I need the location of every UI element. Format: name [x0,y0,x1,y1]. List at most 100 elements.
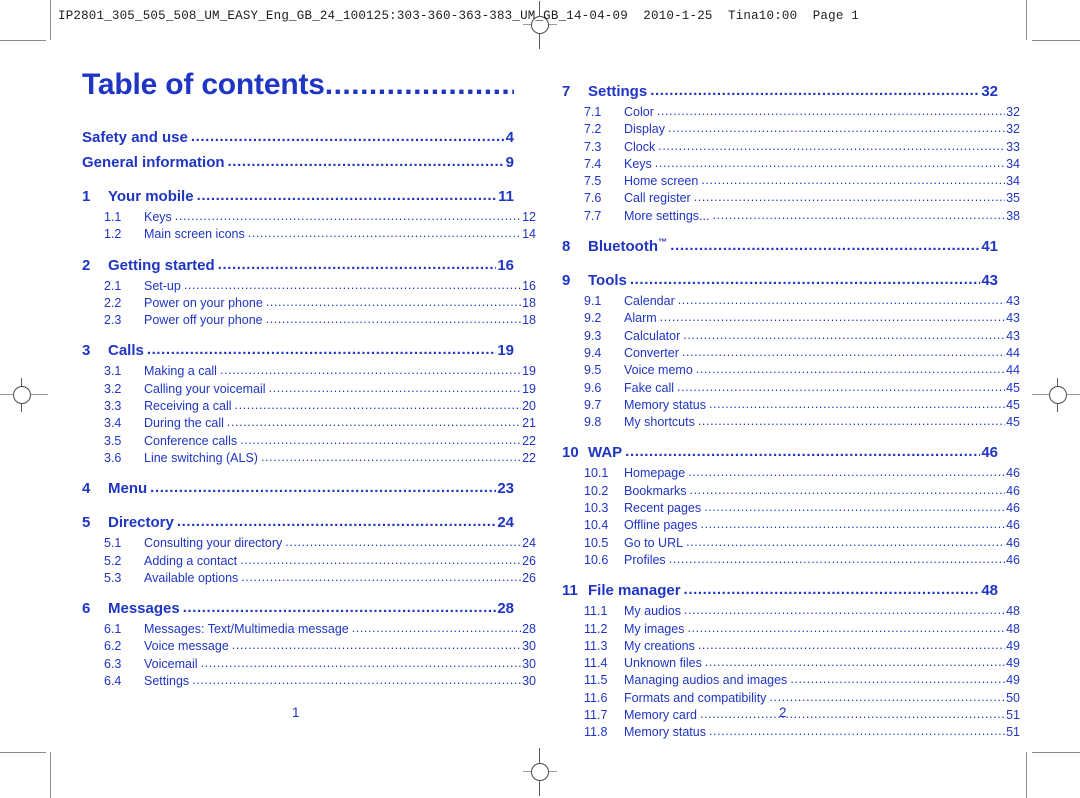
toc-leader-dots: ........................................… [227,152,505,170]
toc-entry[interactable]: 8 Bluetooth™.............................… [562,234,998,259]
toc-entry[interactable]: 5.2 Adding a contact.....................… [82,553,536,570]
toc-entry[interactable]: 7.5 Home screen..........................… [562,173,1020,190]
toc-leader-dots: ........................................… [708,396,1006,411]
toc-entry-label: Receiving a call [144,399,232,414]
toc-entry-number: 11.7 [584,708,608,723]
toc-entry[interactable]: 7 Settings...............................… [562,79,998,104]
toc-entry-label: Memory status [624,397,706,412]
trademark-icon: ™ [657,237,668,248]
toc-entry-number: 9.2 [584,311,602,326]
toc-entry-label: Consulting your directory [144,536,283,551]
toc-entry-number: 3.6 [104,450,122,465]
toc-entry[interactable]: 3.1 Making a call........................… [82,363,536,380]
toc-entry[interactable]: 11.4 Unknown files.......................… [562,655,1020,672]
page-title-dots: ........................ [324,70,514,100]
toc-entry-label: WAP [588,444,623,462]
toc-entry[interactable]: 3.6 Line switching (ALS).................… [82,450,536,467]
toc-entry[interactable]: 6.1 Messages: Text/Multimedia message....… [82,621,536,638]
toc-entry[interactable]: 3.5 Conference calls.....................… [82,433,536,450]
toc-entry[interactable]: 10.3 Recent pages........................… [562,500,1020,517]
toc-entry-label: Memory status [624,725,706,740]
toc-entry[interactable]: 11 File manager..........................… [562,578,998,603]
toc-entry[interactable]: 3.4 During the call......................… [82,415,536,432]
toc-entry[interactable]: 9.6 Fake call............................… [562,380,1020,397]
toc-entry-page-number: 30 [522,639,536,654]
toc-entry-label: Memory card [624,708,697,723]
toc-entry[interactable]: 10 WAP...................................… [562,440,998,465]
toc-entry[interactable]: 11.2 My images...........................… [562,621,1020,638]
toc-leader-dots: ........................................… [174,209,521,223]
toc-entry[interactable]: 5 Directory..............................… [82,510,514,535]
toc-entry-page-number: 46 [1006,518,1020,533]
toc-entry-page-number: 28 [497,600,514,618]
toc-entry[interactable]: 7.2 Display..............................… [562,121,1020,138]
toc-leader-dots: ........................................… [219,363,522,378]
toc-entry[interactable]: 5.1 Consulting your directory............… [82,535,536,552]
toc-entry[interactable]: 6.2 Voice message........................… [82,638,536,655]
toc-entry-label: Settings [588,83,648,100]
toc-entry[interactable]: 11.6 Formats and compatibility...........… [562,690,1020,707]
toc-entry[interactable]: 10.6 Profiles............................… [562,552,1020,569]
toc-list-right: 7 Settings...............................… [562,79,1020,742]
toc-entry[interactable]: 9.2 Alarm................................… [562,310,1020,327]
toc-entry-label: Calling your voicemail [144,381,266,396]
toc-entry-page-number: 18 [522,313,536,328]
toc-entry[interactable]: 9.8 My shortcuts.........................… [562,414,1020,431]
toc-entry[interactable]: 6.3 Voicemail............................… [82,656,536,673]
toc-entry[interactable]: 3.2 Calling your voicemail...............… [82,381,536,398]
toc-entry[interactable]: 11.3 My creations........................… [562,638,1020,655]
toc-entry[interactable]: 9.5 Voice memo...........................… [562,362,1020,379]
toc-entry[interactable]: 9.3 Calculator...........................… [562,328,1020,345]
toc-entry[interactable]: Safety and use..........................… [82,126,514,151]
toc-entry[interactable]: 2.3 Power off your phone.................… [82,312,536,329]
toc-entry[interactable]: 1.2 Main screen icons....................… [82,226,536,243]
toc-entry-label: Clock [624,139,656,154]
toc-entry-page-number: 18 [522,295,536,310]
toc-entry[interactable]: 9.4 Converter............................… [562,345,1020,362]
toc-entry[interactable]: 10.4 Offline pages.......................… [562,517,1020,534]
toc-entry-number: 10.1 [584,466,609,481]
toc-leader-dots: ........................................… [683,581,981,599]
toc-leader-dots: ........................................… [260,449,521,464]
toc-entry[interactable]: 7.7 More settings........................… [562,208,1020,225]
toc-entry[interactable]: 6.4 Settings.............................… [82,673,536,690]
toc-entry[interactable]: 11.8 Memory status.......................… [562,724,1020,741]
toc-entry[interactable]: 6 Messages...............................… [82,596,514,621]
toc-entry-number: 7.3 [584,139,602,154]
toc-entry[interactable]: 9 Tools..................................… [562,268,998,293]
toc-leader-dots: ........................................… [700,517,1006,532]
toc-entry[interactable]: 1.1 Keys.................................… [82,209,536,226]
toc-entry[interactable]: 2 Getting started........................… [82,253,514,278]
toc-leader-dots: ........................................… [668,551,1005,566]
toc-leader-dots: ........................................… [681,344,1006,359]
toc-entry-label: Power on your phone [144,295,263,310]
toc-entry[interactable]: General information.....................… [82,151,514,176]
toc-entry[interactable]: 3 Calls..................................… [82,338,514,363]
toc-entry[interactable]: 2.1 Set-up...............................… [82,278,536,295]
toc-entry[interactable]: 11.1 My audios...........................… [562,603,1020,620]
toc-entry[interactable]: 7.1 Color................................… [562,104,1020,121]
toc-entry[interactable]: 3.3 Receiving a call.....................… [82,398,536,415]
toc-entry[interactable]: 9.1 Calendar.............................… [562,293,1020,310]
toc-entry[interactable]: 10.5 Go to URL...........................… [562,535,1020,552]
toc-entry[interactable]: 7.6 Call register........................… [562,190,1020,207]
toc-entry-page-number: 51 [1006,725,1020,740]
toc-entry-number: 9.8 [584,415,602,430]
toc-entry[interactable]: 1 Your mobile............................… [82,184,514,209]
toc-leader-dots: ........................................… [697,637,1006,652]
toc-entry[interactable]: 9.7 Memory status........................… [562,397,1020,414]
toc-entry[interactable]: 11.7 Memory card.........................… [562,707,1020,724]
toc-entry-label: Voice message [144,639,229,654]
toc-entry-number: 2.3 [104,313,122,328]
toc-entry[interactable]: 10.1 Homepage............................… [562,465,1020,482]
toc-entry[interactable]: 7.3 Clock................................… [562,139,1020,156]
toc-entry[interactable]: 5.3 Available options....................… [82,570,536,587]
toc-entry[interactable]: 4 Menu...................................… [82,476,514,501]
document-spread: Table of contents.......................… [0,0,1080,798]
toc-entry[interactable]: 10.2 Bookmarks...........................… [562,483,1020,500]
toc-entry-page-number: 49 [1006,673,1020,688]
toc-entry[interactable]: 11.5 Managing audios and images..........… [562,672,1020,689]
toc-entry[interactable]: 2.2 Power on your phone..................… [82,295,536,312]
toc-entry[interactable]: 7.4 Keys.................................… [562,156,1020,173]
toc-entry-label: Settings [144,674,190,689]
